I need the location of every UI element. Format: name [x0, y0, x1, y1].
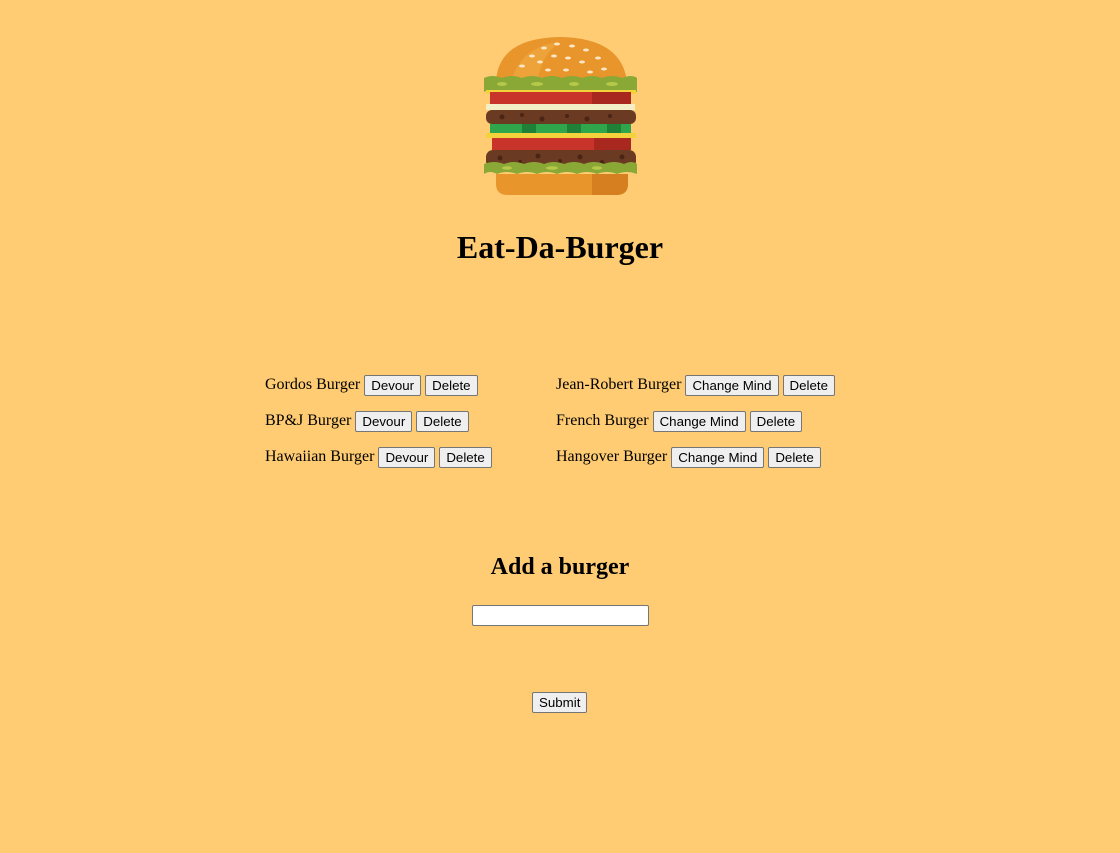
submit-button[interactable]: Submit: [532, 692, 588, 713]
change-mind-button[interactable]: Change Mind: [671, 446, 765, 468]
delete-button[interactable]: Delete: [439, 446, 492, 468]
devour-button[interactable]: Devour: [378, 446, 436, 468]
burger-row: Hangover Burger Change Mind Delete: [556, 439, 839, 475]
devour-button[interactable]: Devour: [355, 410, 413, 432]
burger-name: Jean-Robert Burger: [556, 376, 682, 393]
burger-row: Gordos Burger Devour Delete: [265, 367, 496, 403]
burger-row: French Burger Change Mind Delete: [556, 403, 839, 439]
burger-logo-icon: [484, 37, 637, 195]
burger-row: Hawaiian Burger Devour Delete: [265, 439, 496, 475]
burger-name: Hangover Burger: [556, 448, 668, 465]
change-mind-button[interactable]: Change Mind: [652, 410, 746, 432]
uneaten-burger-list: Gordos Burger Devour Delete BP&J Burger …: [265, 367, 496, 475]
change-mind-button[interactable]: Change Mind: [685, 374, 779, 396]
burger-name: BP&J Burger: [265, 412, 352, 429]
delete-button[interactable]: Delete: [782, 374, 835, 396]
burger-name: Gordos Burger: [265, 376, 361, 393]
burger-row: BP&J Burger Devour Delete: [265, 403, 496, 439]
add-burger-heading: Add a burger: [490, 554, 630, 580]
burger-name-input[interactable]: [472, 605, 649, 626]
devour-button[interactable]: Devour: [364, 374, 422, 396]
burger-name: French Burger: [556, 412, 649, 429]
delete-button[interactable]: Delete: [416, 410, 469, 432]
devoured-burger-list: Jean-Robert Burger Change Mind Delete Fr…: [556, 367, 839, 475]
delete-button[interactable]: Delete: [768, 446, 821, 468]
burger-row: Jean-Robert Burger Change Mind Delete: [556, 367, 839, 403]
delete-button[interactable]: Delete: [749, 410, 803, 432]
burger-name: Hawaiian Burger: [265, 448, 375, 465]
page-title: Eat-Da-Burger: [456, 229, 664, 265]
delete-button[interactable]: Delete: [425, 374, 478, 396]
